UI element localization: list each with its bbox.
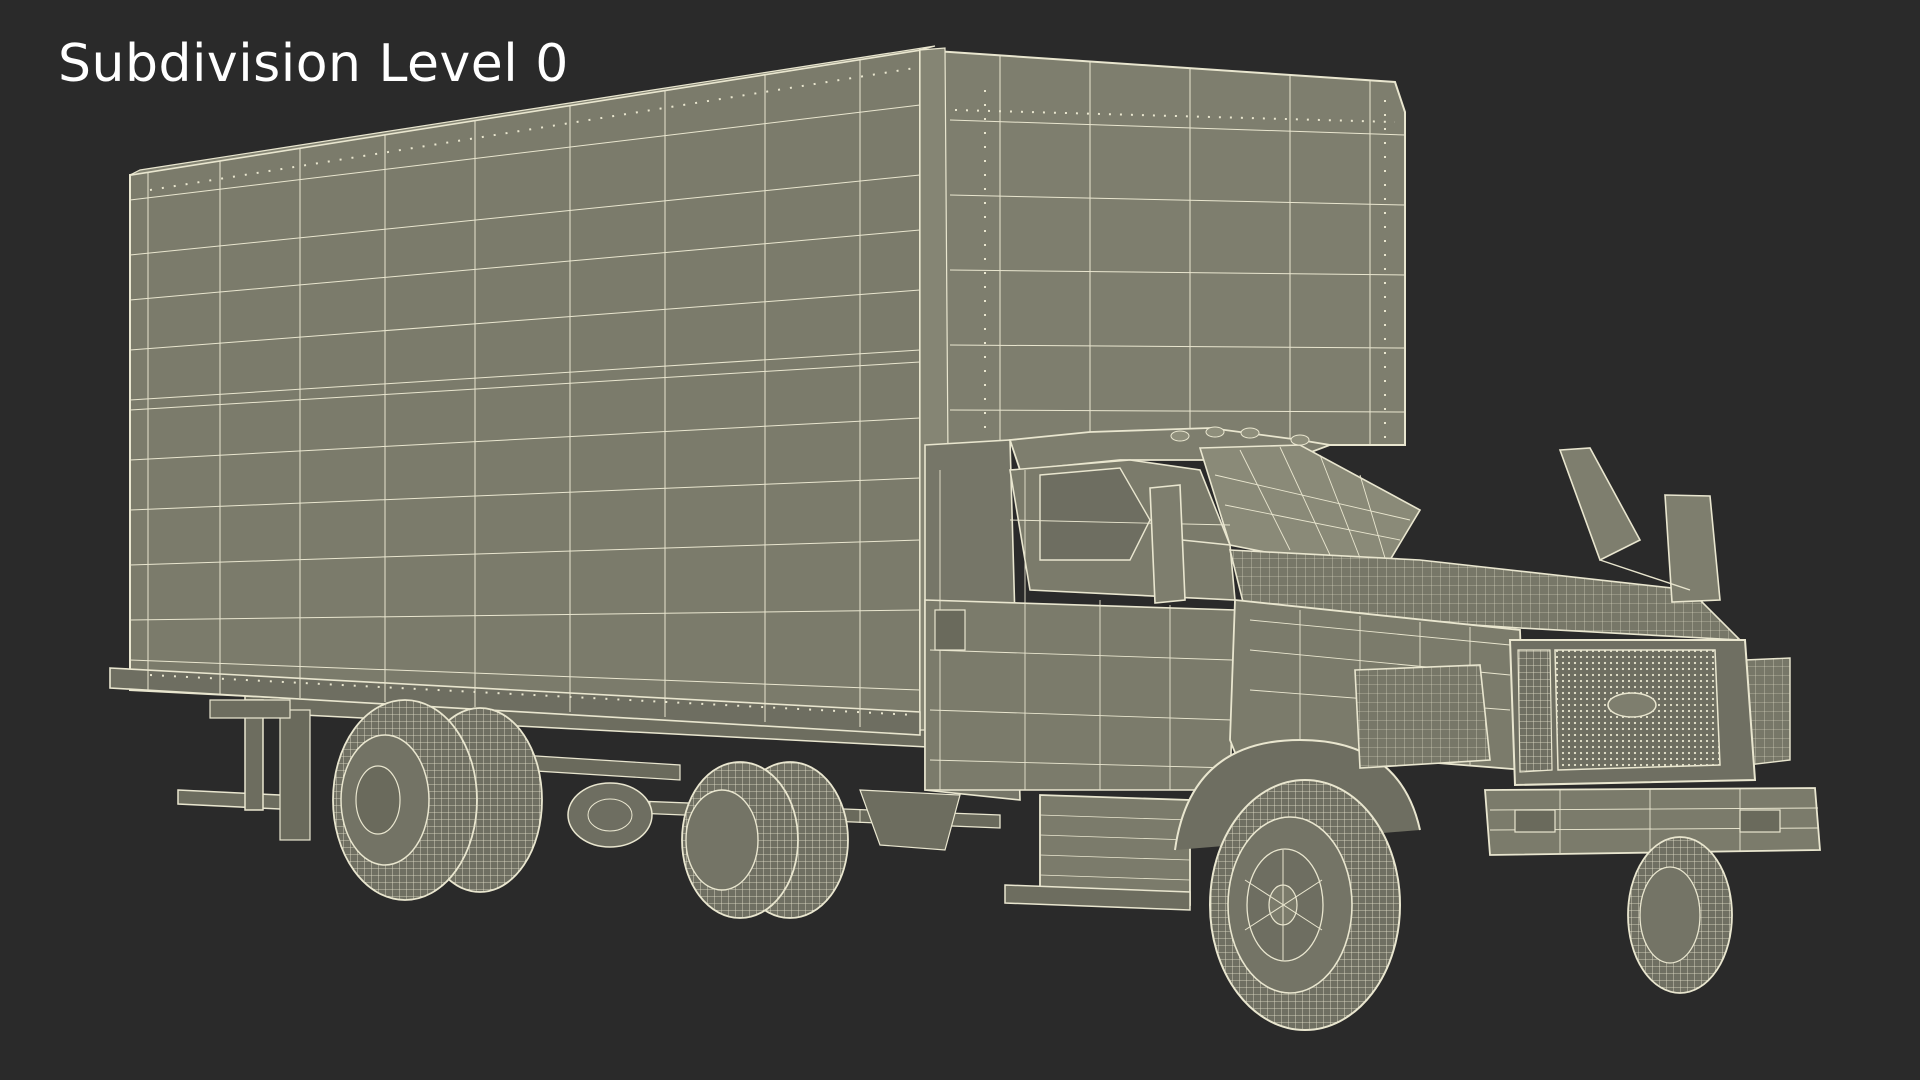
- rear-wheel-near: [332, 699, 543, 901]
- front-wheel-near: [1209, 779, 1401, 1031]
- rear-wheel-far: [681, 761, 849, 919]
- truck-wireframe-render: [109, 45, 1821, 1031]
- render-viewport: Subdivision Level 0: [0, 0, 1920, 1080]
- front-wheel-far: [1627, 836, 1733, 994]
- subdivision-level-label: Subdivision Level 0: [58, 34, 569, 94]
